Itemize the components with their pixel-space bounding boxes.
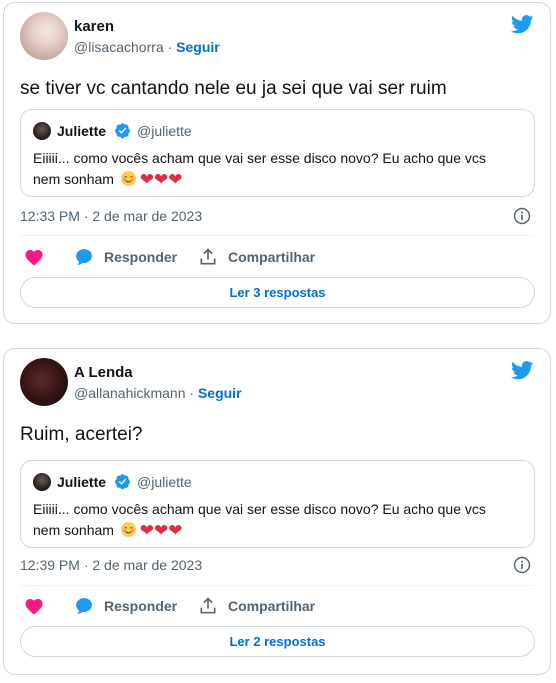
read-replies-button[interactable]: Ler 2 respostas [20,626,535,657]
reply-bubble-icon [76,249,92,266]
author-handle-row: @allanahickmann · Seguir [74,385,242,401]
quoted-text: Eiiiii... como vocês acham que vai ser e… [33,501,486,538]
info-icon[interactable] [513,207,531,225]
divider [20,585,534,586]
tweet-card[interactable]: A Lenda @allanahickmann · Seguir Ruim, a… [3,348,551,675]
like-button[interactable] [24,594,44,618]
reply-label: Responder [104,598,178,614]
twitter-bird-icon[interactable] [511,361,534,380]
divider [20,235,534,236]
tweet-card[interactable]: karen @lisacachorra · Seguir se tiver vc… [3,2,551,324]
quoted-avatar [33,122,51,140]
tweet-timestamp[interactable]: 12:39 PM · 2 de mar de 2023 [20,557,202,573]
separator-dot: · [189,385,195,401]
verified-badge-icon [115,123,130,139]
reply-button[interactable]: Responder [74,245,177,269]
share-icon [200,248,216,265]
red-hearts-emoji: ❤❤❤ [139,521,183,540]
smiling-face-emoji-icon [120,171,136,186]
quoted-text: Eiiiii... como vocês acham que vai ser e… [33,150,486,187]
separator-dot: · [167,39,173,55]
author-name[interactable]: karen [74,18,114,35]
share-button[interactable]: Compartilhar [198,245,315,269]
quoted-avatar [33,473,51,491]
quoted-tweet[interactable]: Juliette @juliette Eiiiii... como vocês … [20,460,535,548]
quoted-tweet[interactable]: Juliette @juliette Eiiiii... como vocês … [20,109,535,197]
quoted-author-name: Juliette [57,123,107,139]
red-hearts-emoji: ❤❤❤ [139,170,183,189]
author-handle[interactable]: @allanahickmann [74,385,186,401]
read-replies-button[interactable]: Ler 3 respostas [20,277,535,308]
author-handle[interactable]: @lisacachorra [74,39,164,55]
verified-badge-icon [115,474,130,490]
avatar[interactable] [20,12,68,60]
share-label: Compartilhar [228,598,316,614]
share-label: Compartilhar [228,249,316,265]
avatar[interactable] [20,358,68,406]
tweet-timestamp[interactable]: 12:33 PM · 2 de mar de 2023 [20,208,202,224]
twitter-bird-icon[interactable] [511,15,534,34]
reply-label: Responder [104,249,178,265]
tweet-text: Ruim, acertei? [20,424,143,445]
quoted-text-block: Eiiiii... como vocês acham que vai ser e… [33,499,513,541]
author-name[interactable]: A Lenda [74,364,133,381]
smiling-face-emoji-icon [120,522,136,537]
reply-button[interactable]: Responder [74,594,177,618]
share-button[interactable]: Compartilhar [198,594,315,618]
quoted-author-handle: @juliette [137,123,192,139]
share-icon [200,597,216,614]
follow-link[interactable]: Seguir [176,39,220,55]
reply-bubble-icon [76,598,92,615]
info-icon[interactable] [513,556,531,574]
heart-icon [25,250,43,266]
like-button[interactable] [24,245,44,269]
heart-icon [25,599,43,615]
tweet-text: se tiver vc cantando nele eu ja sei que … [20,78,447,99]
quoted-text-block: Eiiiii... como vocês acham que vai ser e… [33,148,513,190]
author-handle-row: @lisacachorra · Seguir [74,39,220,55]
follow-link[interactable]: Seguir [198,385,242,401]
quoted-author-name: Juliette [57,474,107,490]
quoted-author-handle: @juliette [137,474,192,490]
